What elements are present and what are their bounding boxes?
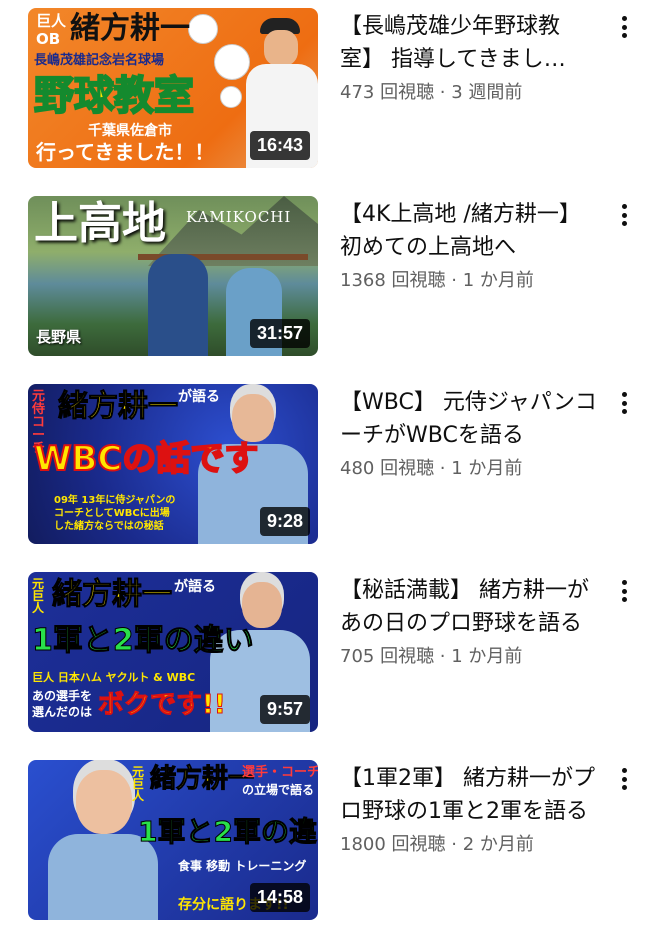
thumb-line: 選手・コーチ <box>242 765 318 780</box>
thumb-line: 1軍と2軍の違い <box>32 623 255 658</box>
video-thumbnail[interactable]: 元侍コーチ 緒方耕一 が語る WBCの話です 09年 13年に侍ジャパンの コー… <box>28 384 318 544</box>
thumb-line: 緒方耕一 <box>52 577 173 612</box>
video-meta: 1368 回視聴 · 1 か月前 <box>340 266 602 292</box>
more-options-icon[interactable] <box>612 16 636 38</box>
thumb-line: 行ってきました！！ <box>36 140 215 164</box>
video-meta: 473 回視聴 · 3 週間前 <box>340 78 602 104</box>
more-options-icon[interactable] <box>612 768 636 790</box>
thumb-line: 千葉県佐倉市 <box>88 123 172 139</box>
video-list: 巨人 OB 緒方耕一 長嶋茂雄記念岩名球場 野球教室 千葉県佐倉市 行ってきまし… <box>0 0 650 927</box>
video-info[interactable]: 【WBC】 元侍ジャパンコーチがWBCを語る 480 回視聴 · 1 か月前 <box>340 386 602 480</box>
video-item[interactable]: 元巨人 緒方耕一 が語る 1軍と2軍の違い 巨人 日本ハム ヤクルト & WBC… <box>0 572 650 732</box>
video-duration: 31:57 <box>249 319 310 348</box>
thumb-line: OB <box>36 30 61 48</box>
thumb-line: 巨人 <box>36 12 67 30</box>
meta-separator: · <box>445 270 463 291</box>
upload-age: 1 か月前 <box>451 458 523 479</box>
video-title[interactable]: 【秘話満載】 緒方耕一があの日のプロ野球を語る <box>340 574 602 640</box>
thumb-line: 巨人 日本ハム ヤクルト & WBC <box>32 671 196 684</box>
upload-age: 1 か月前 <box>451 646 523 667</box>
video-title[interactable]: 【長嶋茂雄少年野球教室】 指導してきました！！ <box>340 10 602 76</box>
view-count: 1800 回視聴 <box>340 834 446 855</box>
thumb-line: 上高地 <box>34 198 166 249</box>
more-options-icon[interactable] <box>612 204 636 226</box>
thumb-line: WBCの話です <box>33 439 259 479</box>
thumb-line: 食事 移動 トレーニング <box>178 859 307 873</box>
video-title[interactable]: 【4K上高地 /緒方耕一】 初めての上高地へ <box>340 198 602 264</box>
video-duration: 9:57 <box>259 695 310 724</box>
thumb-line: 1軍と2軍の違い <box>138 815 318 848</box>
meta-separator: · <box>434 82 452 103</box>
video-title[interactable]: 【WBC】 元侍ジャパンコーチがWBCを語る <box>340 386 602 452</box>
video-meta: 705 回視聴 · 1 か月前 <box>340 642 602 668</box>
video-item[interactable]: 元侍コーチ 緒方耕一 が語る WBCの話です 09年 13年に侍ジャパンの コー… <box>0 384 650 544</box>
video-item[interactable]: 巨人 OB 緒方耕一 長嶋茂雄記念岩名球場 野球教室 千葉県佐倉市 行ってきまし… <box>0 8 650 168</box>
video-info[interactable]: 【1軍2軍】 緒方耕一がプロ野球の1軍と2軍を語る 1800 回視聴 · 2 か… <box>340 762 602 856</box>
video-meta: 1800 回視聴 · 2 か月前 <box>340 830 602 856</box>
more-options-icon[interactable] <box>612 392 636 414</box>
video-duration: 14:58 <box>249 883 310 912</box>
thumb-line: KAMIKOCHI <box>186 208 292 226</box>
video-thumbnail[interactable]: 元巨人 緒方耕一 が語る 1軍と2軍の違い 巨人 日本ハム ヤクルト & WBC… <box>28 572 318 732</box>
thumb-line: した緒方ならではの秘話 <box>54 521 164 532</box>
thumb-line: 野球教室 <box>33 73 195 119</box>
more-options-icon[interactable] <box>612 580 636 602</box>
view-count: 480 回視聴 <box>340 458 435 479</box>
thumb-line: 緒方耕一 <box>70 11 190 46</box>
thumb-line: 選んだのは <box>32 705 93 719</box>
thumb-line: あの選手を <box>32 689 93 703</box>
meta-separator: · <box>445 834 463 855</box>
thumb-line: 長嶋茂雄記念岩名球場 <box>34 53 165 68</box>
view-count: 705 回視聴 <box>340 646 435 667</box>
video-item[interactable]: 上高地 KAMIKOCHI 長野県 31:57 【4K上高地 /緒方耕一】 初め… <box>0 196 650 356</box>
view-count: 1368 回視聴 <box>340 270 446 291</box>
video-thumbnail[interactable]: 巨人 OB 緒方耕一 長嶋茂雄記念岩名球場 野球教室 千葉県佐倉市 行ってきまし… <box>28 8 318 168</box>
thumb-line: ボクです!! <box>98 690 227 720</box>
view-count: 473 回視聴 <box>340 82 435 103</box>
meta-separator: · <box>434 646 452 667</box>
thumb-line: コーチとしてWBCに出場 <box>54 508 170 519</box>
baseball-icon <box>188 14 218 44</box>
thumb-line: が語る <box>178 389 220 405</box>
thumb-line: 元巨人 <box>32 577 45 615</box>
thumb-line: 長野県 <box>36 328 82 346</box>
thumb-line: 09年 13年に侍ジャパンの <box>54 495 176 506</box>
video-info[interactable]: 【秘話満載】 緒方耕一があの日のプロ野球を語る 705 回視聴 · 1 か月前 <box>340 574 602 668</box>
video-duration: 16:43 <box>249 131 310 160</box>
thumb-line: の立場で語る <box>242 783 315 797</box>
video-info[interactable]: 【4K上高地 /緒方耕一】 初めての上高地へ 1368 回視聴 · 1 か月前 <box>340 198 602 292</box>
video-info[interactable]: 【長嶋茂雄少年野球教室】 指導してきました！！ 473 回視聴 · 3 週間前 <box>340 10 602 104</box>
upload-age: 3 週間前 <box>451 82 523 103</box>
video-meta: 480 回視聴 · 1 か月前 <box>340 454 602 480</box>
thumb-line: 緒方耕一 <box>58 389 179 424</box>
video-item[interactable]: 元巨人 緒方耕一 選手・コーチ の立場で語る 1軍と2軍の違い 食事 移動 トレ… <box>0 760 650 920</box>
thumb-line: 元巨人 <box>132 765 145 803</box>
thumb-line: 緒方耕一 <box>149 764 255 794</box>
video-duration: 9:28 <box>259 507 310 536</box>
video-thumbnail[interactable]: 元巨人 緒方耕一 選手・コーチ の立場で語る 1軍と2軍の違い 食事 移動 トレ… <box>28 760 318 920</box>
video-title[interactable]: 【1軍2軍】 緒方耕一がプロ野球の1軍と2軍を語る <box>340 762 602 828</box>
meta-separator: · <box>434 458 452 479</box>
upload-age: 2 か月前 <box>462 834 534 855</box>
video-thumbnail[interactable]: 上高地 KAMIKOCHI 長野県 31:57 <box>28 196 318 356</box>
person-figure <box>148 254 208 356</box>
upload-age: 1 か月前 <box>462 270 534 291</box>
thumb-line: が語る <box>174 579 216 595</box>
